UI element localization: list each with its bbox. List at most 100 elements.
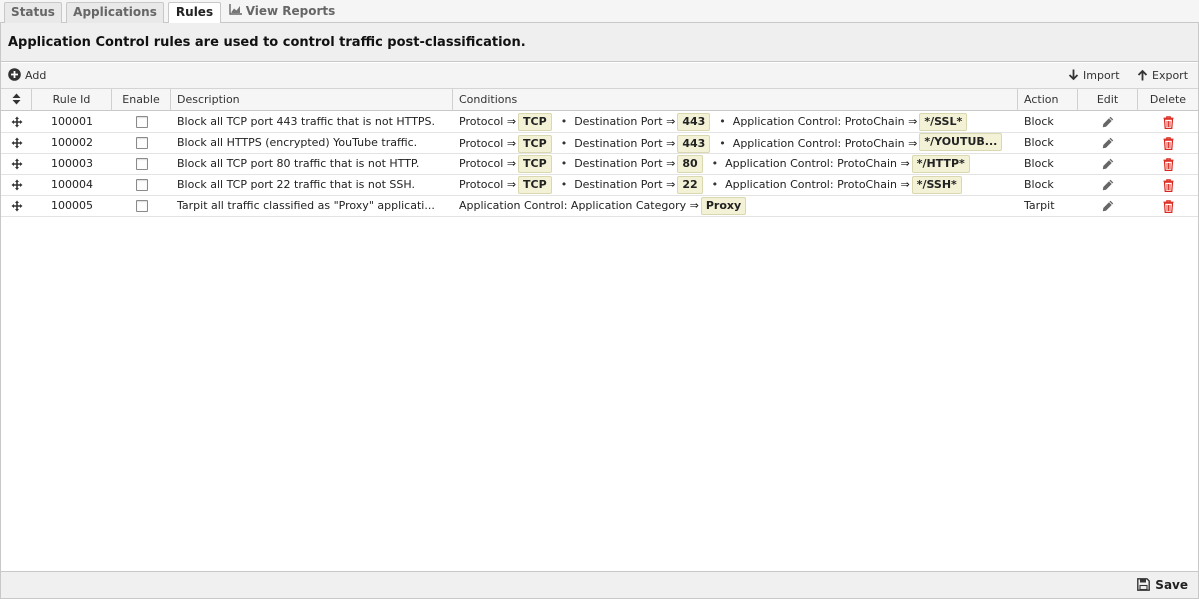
- rule-action: Block: [1024, 136, 1054, 149]
- condition-value-tag: */YOUTUB...: [919, 133, 1003, 151]
- pencil-icon[interactable]: [1078, 154, 1138, 174]
- trash-icon[interactable]: [1138, 154, 1198, 174]
- condition-label: Application Control: ProtoChain ⇒: [725, 157, 910, 170]
- delete-column-header: Delete: [1149, 93, 1187, 106]
- enable-column-header[interactable]: Enable: [112, 89, 171, 111]
- rule-action: Block: [1024, 115, 1054, 128]
- sort-column-header[interactable]: [1, 89, 32, 111]
- table-row: 100003 Block all TCP port 80 traffic tha…: [1, 154, 1198, 175]
- export-button[interactable]: Export: [1137, 68, 1188, 84]
- condition-label: Destination Port ⇒: [574, 115, 676, 128]
- condition-value-tag: TCP: [518, 135, 552, 153]
- tab-status[interactable]: Status: [4, 2, 62, 23]
- condition-value-tag: TCP: [518, 176, 552, 194]
- tab-applications[interactable]: Applications: [66, 2, 164, 23]
- rule-action: Block: [1024, 157, 1054, 170]
- pencil-icon[interactable]: [1078, 196, 1138, 216]
- condition-value-tag: 80: [677, 155, 703, 173]
- rule-id: 100003: [51, 157, 93, 170]
- add-button-label: Add: [25, 69, 47, 82]
- enable-checkbox-cell: [112, 154, 171, 174]
- chart-icon: [228, 2, 242, 21]
- rule-id-column-header[interactable]: Rule Id: [32, 89, 112, 111]
- condition-label: Application Control: ProtoChain ⇒: [732, 115, 918, 128]
- rule-conditions: Protocol ⇒ TCP • Destination Port ⇒ 443 • Appl…: [453, 112, 1018, 132]
- move-icon[interactable]: [1, 112, 32, 132]
- enable-checkbox-cell: [112, 196, 171, 216]
- import-button[interactable]: Import: [1068, 68, 1120, 84]
- footer-bar: Save: [1, 571, 1198, 598]
- action-column-header[interactable]: Action: [1018, 89, 1078, 111]
- enable-checkbox-cell: [112, 133, 171, 153]
- grid-toolbar: Add Import Export: [1, 63, 1198, 89]
- export-button-label: Export: [1152, 69, 1189, 82]
- condition-label: Protocol ⇒: [459, 157, 517, 170]
- condition-value-tag: 443: [677, 135, 711, 153]
- enable-checkbox[interactable]: [135, 200, 148, 212]
- tab-status-label: Status: [11, 5, 55, 19]
- add-button[interactable]: Add: [8, 68, 46, 84]
- enable-checkbox[interactable]: [135, 179, 148, 191]
- condition-label: Destination Port ⇒: [574, 178, 676, 191]
- save-button[interactable]: Save: [1137, 577, 1188, 593]
- description-column-header[interactable]: Description: [171, 89, 453, 111]
- move-icon[interactable]: [1, 175, 32, 195]
- rule-id: 100005: [51, 199, 93, 212]
- floppy-disk-icon: [1137, 578, 1151, 591]
- pencil-icon[interactable]: [1078, 133, 1138, 153]
- enable-checkbox-cell: [112, 175, 171, 195]
- condition-label: Application Control: ProtoChain ⇒: [725, 178, 910, 191]
- rule-description: Block all TCP port 22 traffic that is no…: [177, 178, 415, 191]
- pencil-icon[interactable]: [1078, 112, 1138, 132]
- import-button-label: Import: [1083, 69, 1120, 82]
- enable-checkbox-cell: [112, 112, 171, 132]
- condition-value-tag: 443: [677, 113, 711, 131]
- plus-circle-icon: [8, 68, 21, 81]
- condition-separator: •: [560, 178, 568, 191]
- conditions-column-header[interactable]: Conditions: [453, 89, 1018, 111]
- banner-text: Application Control rules are used to co…: [8, 35, 526, 50]
- table-row: 100004 Block all TCP port 22 traffic tha…: [1, 175, 1198, 196]
- enable-checkbox[interactable]: [135, 116, 148, 128]
- table-row: 100005 Tarpit all traffic classified as …: [1, 196, 1198, 217]
- enable-checkbox[interactable]: [135, 137, 148, 149]
- condition-value-tag: */SSL*: [919, 113, 968, 131]
- enable-checkbox[interactable]: [135, 158, 148, 170]
- condition-separator: •: [719, 137, 726, 150]
- edit-column-header: Edit: [1078, 89, 1138, 111]
- condition-label: Protocol ⇒: [459, 137, 517, 150]
- table-row: 100001 Block all TCP port 443 traffic th…: [1, 112, 1198, 133]
- condition-value-tag: Proxy: [700, 197, 747, 215]
- move-icon[interactable]: [1, 133, 32, 153]
- rule-action: Block: [1024, 178, 1054, 191]
- rule-description: Block all HTTPS (encrypted) YouTube traf…: [177, 136, 418, 149]
- condition-separator: •: [719, 115, 726, 128]
- condition-label: Destination Port ⇒: [574, 157, 676, 170]
- table-row: 100002 Block all HTTPS (encrypted) YouTu…: [1, 133, 1198, 154]
- tab-view-reports-label: View Reports: [245, 4, 336, 18]
- move-icon[interactable]: [1, 196, 32, 216]
- condition-label: Protocol ⇒: [459, 115, 517, 128]
- rule-conditions: Protocol ⇒ TCP • Destination Port ⇒ 22 • Appli…: [453, 175, 1018, 195]
- condition-separator: •: [560, 157, 568, 170]
- save-button-label: Save: [1155, 578, 1188, 592]
- tab-bar: Status Applications Rules View Reports: [0, 0, 1199, 24]
- tab-view-reports[interactable]: View Reports: [226, 2, 338, 23]
- rule-description: Tarpit all traffic classified as "Proxy"…: [177, 199, 435, 212]
- condition-value-tag: */HTTP*: [911, 155, 970, 173]
- trash-icon[interactable]: [1138, 112, 1198, 132]
- tab-applications-label: Applications: [73, 5, 157, 19]
- rule-id: 100001: [51, 115, 93, 128]
- rule-action: Tarpit: [1024, 199, 1055, 212]
- rule-conditions: Application Control: Application Categor…: [453, 196, 1018, 216]
- tab-rules[interactable]: Rules: [168, 2, 221, 24]
- arrow-up-icon: [1137, 69, 1148, 81]
- trash-icon[interactable]: [1138, 175, 1198, 195]
- trash-icon[interactable]: [1138, 133, 1198, 153]
- arrow-down-icon: [1068, 69, 1079, 81]
- rule-conditions: Protocol ⇒ TCP • Destination Port ⇒ 80 • Appli…: [453, 154, 1018, 174]
- move-icon[interactable]: [1, 154, 32, 174]
- trash-icon[interactable]: [1138, 196, 1198, 216]
- condition-value-tag: TCP: [518, 155, 552, 173]
- pencil-icon[interactable]: [1078, 175, 1138, 195]
